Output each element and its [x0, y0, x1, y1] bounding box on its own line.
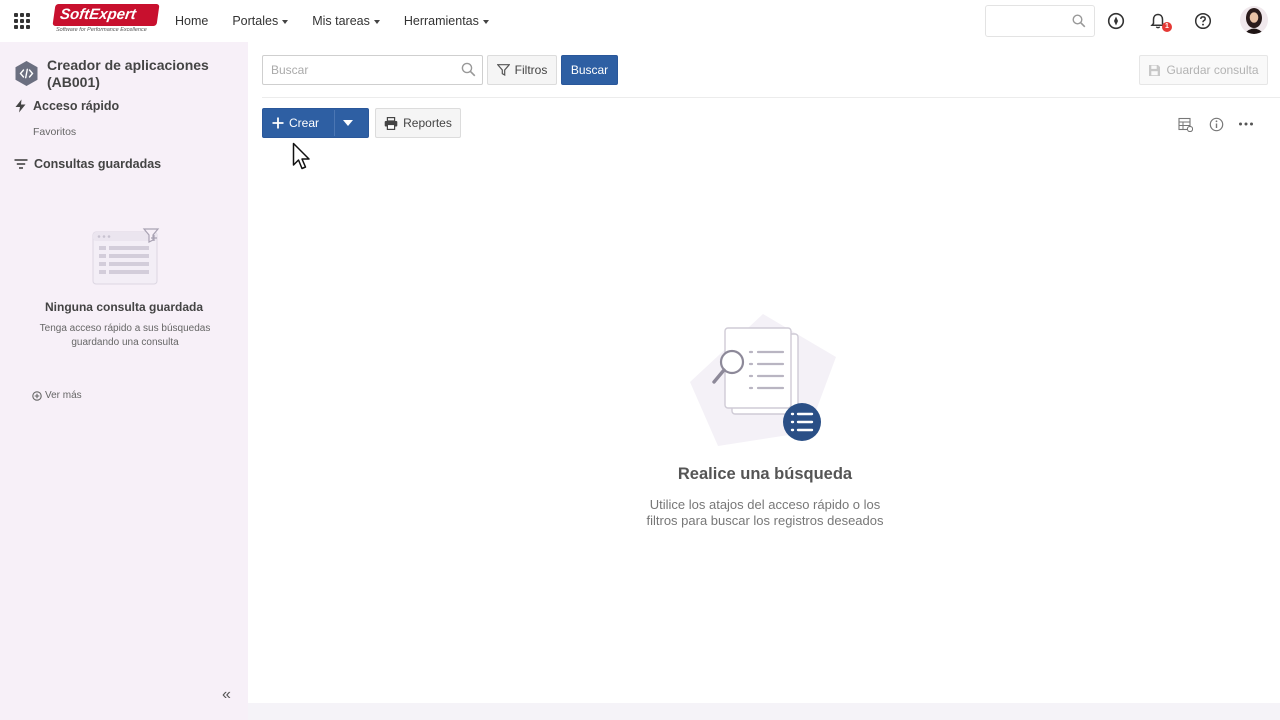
saved-queries-label: Consultas guardadas — [34, 157, 162, 171]
info-icon[interactable] — [1208, 116, 1224, 132]
bell-icon[interactable]: 1 — [1148, 11, 1172, 32]
create-split-divider — [334, 110, 335, 136]
logo-text-soft: Soft — [58, 6, 91, 23]
main-nav: Home Portales Mis tareas Herramientas — [175, 0, 489, 42]
empty-saved-title: Ninguna consulta guardada — [44, 300, 203, 314]
nav-home-label: Home — [175, 14, 209, 28]
filters-button[interactable]: Filtros — [487, 55, 557, 85]
filters-label: Filtros — [514, 63, 548, 77]
nav-mis-tareas[interactable]: Mis tareas — [312, 14, 380, 28]
search-document-illustration — [690, 314, 836, 446]
empty-search-description: Utilice los atajos del acceso rápido o l… — [565, 497, 965, 529]
nav-portales[interactable]: Portales — [232, 14, 289, 28]
help-icon[interactable] — [1193, 11, 1213, 31]
quick-access-label: Acceso rápido — [33, 99, 120, 113]
create-dropdown-icon[interactable] — [343, 120, 353, 126]
favorites-link[interactable]: Favoritos — [33, 126, 76, 138]
sidebar: Creador de aplicaciones (AB001) Acceso r… — [0, 42, 248, 720]
search-input[interactable] — [262, 55, 483, 85]
empty-saved-description: Tenga acceso rápido a sus búsquedas guar… — [39, 323, 211, 348]
code-hexagon-icon — [15, 61, 38, 86]
caret-down-icon — [282, 19, 289, 24]
see-more-label: Ver más — [45, 390, 82, 401]
collapse-sidebar-icon[interactable]: « — [222, 686, 231, 704]
nav-home[interactable]: Home — [175, 14, 208, 28]
search-button[interactable]: Buscar — [561, 55, 618, 85]
bottom-strip — [248, 703, 1280, 720]
caret-down-icon — [482, 19, 489, 24]
caret-down-icon — [373, 19, 380, 24]
nav-portales-label: Portales — [232, 14, 279, 28]
save-query-label: Guardar consulta — [1166, 63, 1259, 77]
printer-icon — [384, 116, 398, 130]
nav-herramientas[interactable]: Herramientas — [404, 14, 489, 28]
top-bar: SoftExpert Software for Performance Exce… — [0, 0, 1280, 42]
search-icon[interactable] — [461, 62, 476, 77]
app-header: Creador de aplicaciones (AB001) — [14, 57, 209, 90]
filter-icon — [496, 64, 510, 76]
global-search-input[interactable] — [985, 5, 1095, 37]
empty-table-illustration — [92, 228, 160, 285]
logo-text-expert: Expert — [88, 6, 138, 23]
reports-label: Reportes — [403, 116, 452, 130]
saved-queries-header[interactable]: Consultas guardadas — [14, 157, 161, 171]
nav-mis-tareas-label: Mis tareas — [312, 14, 370, 28]
avatar[interactable] — [1240, 6, 1268, 34]
empty-search-title: Realice una búsqueda — [677, 465, 853, 483]
filter-lines-icon — [14, 159, 28, 169]
quick-access-header[interactable]: Acceso rápido — [14, 99, 119, 113]
empty-search-description-line-2: filtros para buscar los registros desead… — [646, 513, 884, 528]
logo[interactable]: SoftExpert Software for Performance Exce… — [52, 4, 160, 34]
nav-herramientas-label: Herramientas — [403, 14, 479, 28]
plus-icon — [272, 117, 284, 129]
compass-icon[interactable] — [1106, 11, 1126, 31]
search-icon — [1072, 14, 1086, 28]
plus-circle-icon — [32, 390, 42, 401]
search-button-label: Buscar — [570, 63, 609, 77]
save-query-button[interactable]: Guardar consulta — [1139, 55, 1268, 85]
app-title: Creador de aplicaciones (AB001) — [47, 57, 209, 90]
reports-button[interactable]: Reportes — [375, 108, 461, 138]
lightning-icon — [15, 99, 26, 113]
notification-badge: 1 — [1162, 22, 1172, 32]
more-options-icon[interactable] — [1238, 116, 1254, 132]
mouse-cursor-icon — [292, 142, 310, 170]
toolbar-divider — [262, 97, 1280, 98]
create-label: Crear — [289, 116, 320, 130]
save-icon — [1149, 64, 1161, 76]
see-more-link[interactable]: Ver más — [32, 390, 82, 401]
empty-search-description-line-1: Utilice los atajos del acceso rápido o l… — [649, 497, 881, 512]
apps-grid-icon[interactable] — [14, 13, 30, 29]
logo-tagline: Software for Performance Excellence — [56, 27, 147, 33]
table-settings-icon[interactable] — [1177, 116, 1193, 132]
